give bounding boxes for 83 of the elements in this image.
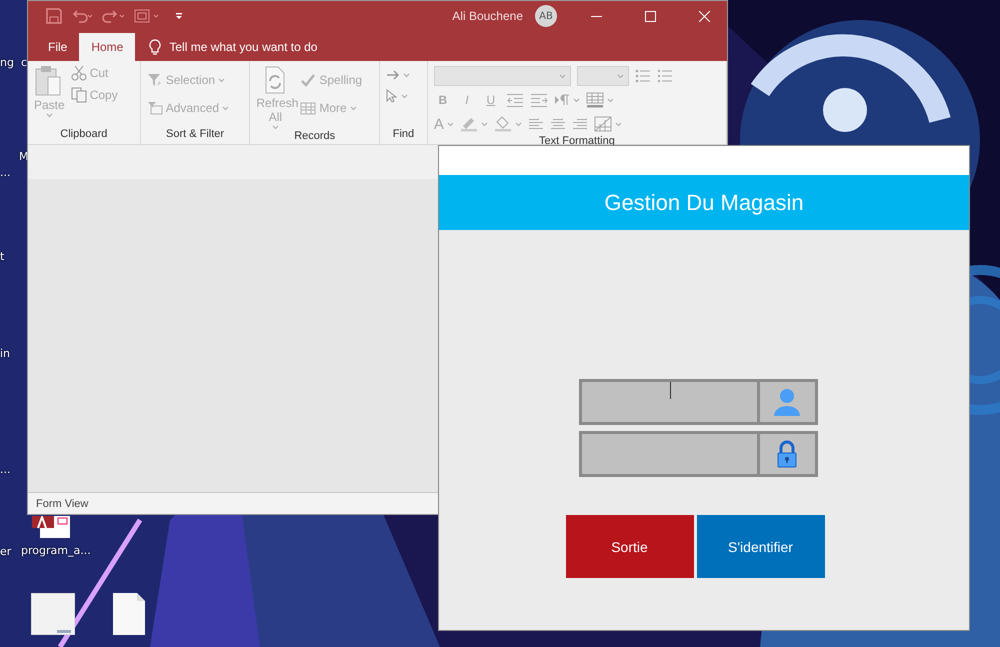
- caret-icon: [401, 94, 408, 98]
- paragraph-direction-button[interactable]: [554, 94, 580, 106]
- tell-me-field[interactable]: Tell me what you want to do: [169, 40, 318, 54]
- highlight-button[interactable]: [460, 116, 488, 132]
- caret-icon: [558, 74, 566, 78]
- access-file-icon[interactable]: [32, 516, 72, 538]
- user-icon: [773, 387, 801, 417]
- increase-indent-icon[interactable]: [530, 93, 548, 107]
- highlighter-icon: [460, 116, 478, 132]
- desktop-icon-label: t: [0, 250, 4, 263]
- gridlines-button[interactable]: [586, 92, 614, 108]
- align-icon[interactable]: [528, 118, 544, 130]
- form-view-button[interactable]: [134, 9, 160, 23]
- arrow-icon: [386, 69, 400, 81]
- copy-icon: [70, 87, 87, 103]
- ribbon-tab[interactable]: Home: [79, 33, 136, 61]
- exit-button[interactable]: Sortie: [566, 515, 694, 578]
- caret-icon: [616, 74, 624, 78]
- filter-icon: [146, 73, 163, 87]
- cursor-icon: [386, 89, 398, 103]
- alternate-row-color-button[interactable]: [594, 116, 622, 132]
- desktop-icon-label[interactable]: program_a...: [21, 544, 91, 557]
- login-button[interactable]: S'identifier: [696, 515, 824, 578]
- desktop-icon-label: in: [0, 347, 10, 360]
- desktop-icon-label: er: [0, 545, 12, 558]
- close-icon: [698, 10, 710, 22]
- customize-toolbar-icon[interactable]: [174, 11, 184, 21]
- ribbon-group-label: Records: [293, 130, 336, 144]
- padlock-icon: [776, 440, 798, 468]
- ribbon-group-label: Find: [392, 128, 416, 142]
- caret-icon: [514, 122, 522, 126]
- username-field[interactable]: [578, 379, 818, 425]
- checkmark-icon: [300, 73, 316, 87]
- ribbon-group-label: Text Formatting: [538, 135, 616, 147]
- caret-icon: [606, 98, 614, 102]
- ribbon-group-label: Sort & Filter: [164, 128, 226, 142]
- font-name-field[interactable]: [434, 66, 571, 86]
- caret-icon: [218, 78, 226, 82]
- redo-button[interactable]: [102, 9, 126, 23]
- desktop-icon-label: ...: [0, 166, 10, 179]
- document-thumbnail-icon[interactable]: [31, 593, 75, 635]
- undo-button[interactable]: [70, 9, 94, 23]
- dialog-title: Gestion Du Magasin: [604, 190, 804, 216]
- align-icon[interactable]: [572, 118, 588, 130]
- caret-icon: [272, 125, 279, 130]
- desktop-icon-label: c: [21, 56, 28, 69]
- caret-icon: [403, 72, 410, 78]
- scissors-icon: [70, 65, 87, 81]
- caret-icon: [222, 106, 230, 110]
- maximize-icon: [644, 10, 656, 22]
- password-field[interactable]: [578, 431, 818, 477]
- font-size-field[interactable]: [576, 66, 629, 86]
- ribbon-tab[interactable]: File: [36, 33, 80, 61]
- numbered-list-icon[interactable]: [656, 69, 673, 83]
- paint-bucket-icon: [494, 116, 512, 132]
- pilcrow-icon: [554, 94, 570, 106]
- picture-frame-icon: [134, 9, 160, 23]
- ribbon-group-label: Clipboard: [59, 128, 108, 142]
- redo-icon: [102, 9, 126, 23]
- caret-icon: [614, 122, 622, 126]
- go-to-button[interactable]: [386, 69, 410, 81]
- caret-icon: [480, 122, 488, 126]
- undo-icon: [70, 9, 94, 23]
- caret-icon: [446, 122, 454, 126]
- grid-icon: [586, 92, 604, 108]
- grid-icon: [594, 116, 612, 132]
- lightbulb-icon: [149, 39, 162, 55]
- bullet-list-icon[interactable]: [634, 69, 651, 83]
- caret-icon: [350, 106, 357, 110]
- user-avatar[interactable]: AB: [535, 5, 557, 27]
- save-icon[interactable]: [46, 8, 62, 24]
- filter-table-icon: [146, 101, 163, 115]
- user-name: Ali Bouchene: [452, 9, 523, 23]
- caret-icon: [572, 98, 580, 102]
- table-icon: [300, 102, 316, 114]
- decrease-indent-icon[interactable]: [506, 93, 524, 107]
- desktop-icon-label: ...: [0, 463, 10, 476]
- select-button[interactable]: [386, 89, 410, 103]
- fill-color-button[interactable]: [494, 116, 522, 132]
- desktop-icon-label: ng: [0, 56, 14, 69]
- align-icon[interactable]: [550, 118, 566, 130]
- caret-icon: [46, 113, 53, 118]
- file-icon[interactable]: [113, 593, 145, 635]
